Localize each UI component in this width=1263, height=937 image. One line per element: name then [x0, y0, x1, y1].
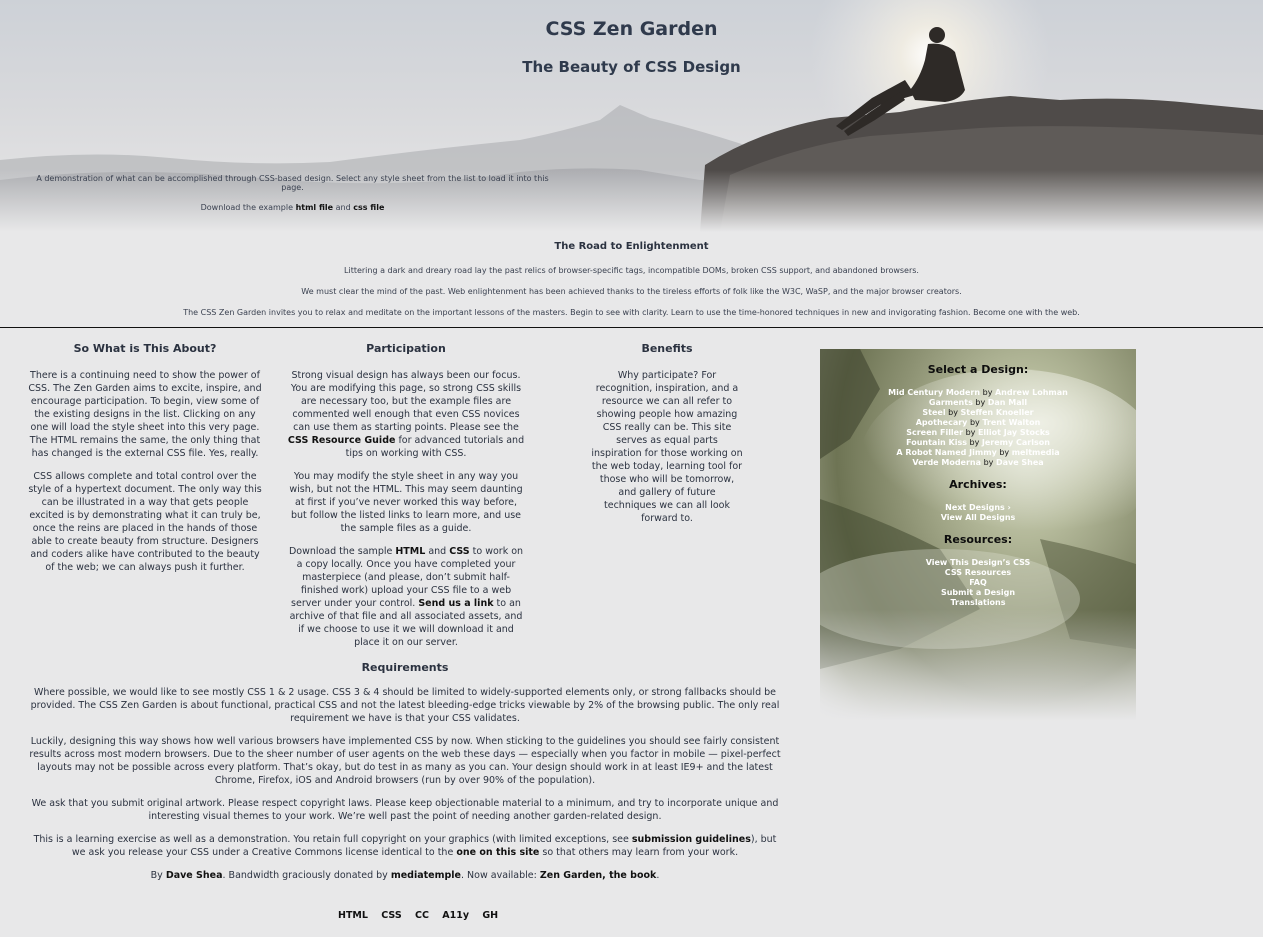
author-link[interactable]: Dave Shea: [166, 870, 223, 881]
requirements-paragraph: Where possible, we would like to see mos…: [30, 687, 780, 724]
designer-link[interactable]: Jeremy Carlson: [982, 438, 1050, 447]
designer-link[interactable]: meltmedia: [1012, 448, 1060, 457]
design-item: Apothecary by Trent Walton: [915, 418, 1041, 427]
design-link[interactable]: Verde Moderna: [912, 458, 981, 467]
divider: [0, 327, 1263, 328]
preamble-paragraph: The CSS Zen Garden invites you to relax …: [183, 308, 1080, 317]
view-css-link[interactable]: View This Design’s CSS: [926, 558, 1031, 567]
design-link[interactable]: Apothecary: [916, 418, 968, 427]
css-resources-link[interactable]: CSS Resources: [945, 568, 1011, 577]
participation-paragraph: Strong visual design has always been our…: [287, 370, 525, 459]
design-item: A Robot Named Jimmy by meltmedia: [896, 448, 1060, 457]
participation-title: Participation: [366, 342, 446, 355]
design-item: Mid Century Modern by Andrew Lohman: [888, 388, 1068, 397]
designer-link[interactable]: Dan Mall: [988, 398, 1027, 407]
footer-a11y-link[interactable]: A11y: [442, 910, 469, 921]
footer-cc-link[interactable]: CC: [415, 910, 429, 921]
send-link-link[interactable]: Send us a link: [418, 598, 493, 609]
designer-link[interactable]: Dave Shea: [996, 458, 1044, 467]
requirements-paragraph: This is a learning exercise as well as a…: [33, 834, 777, 858]
footer: HTML CSS CC A11y GH: [338, 910, 508, 921]
requirements-paragraph: Luckily, designing this way shows how we…: [29, 736, 781, 786]
design-item: Verde Moderna by Dave Shea: [912, 458, 1044, 467]
view-all-designs-link[interactable]: View All Designs: [941, 513, 1016, 522]
design-list: Mid Century Modern by Andrew Lohman Garm…: [820, 388, 1136, 468]
designer-link[interactable]: Trent Walton: [982, 418, 1040, 427]
design-item: Garments by Dan Mall: [928, 398, 1028, 407]
faq-link[interactable]: FAQ: [969, 578, 987, 587]
archives-item: Next Designs ›: [820, 503, 1136, 513]
license-link[interactable]: one on this site: [456, 847, 539, 858]
sample-html-link[interactable]: HTML: [395, 546, 425, 557]
archives-list: Next Designs › View All Designs: [820, 503, 1136, 523]
preamble-title: The Road to Enlightenment: [554, 241, 709, 252]
design-link[interactable]: Garments: [929, 398, 973, 407]
resources-item: Submit a Design: [820, 588, 1136, 598]
footer-gh-link[interactable]: GH: [482, 910, 498, 921]
footer-css-link[interactable]: CSS: [381, 910, 401, 921]
design-item: Steel by Steffen Knoeller: [922, 408, 1034, 417]
html-file-link[interactable]: html file: [296, 203, 333, 212]
summary-text: A demonstration of what can be accomplis…: [36, 174, 549, 192]
explanation-paragraph: CSS allows complete and total control ov…: [28, 471, 262, 573]
participation-section: Participation Strong visual design has a…: [286, 342, 526, 659]
credits: By Dave Shea. Bandwidth graciously donat…: [150, 870, 660, 881]
design-item: Screen Filler by Elliot Jay Stocks: [906, 428, 1050, 437]
resources-list: View This Design’s CSS CSS Resources FAQ…: [820, 558, 1136, 608]
explanation-paragraph: There is a continuing need to show the p…: [28, 370, 262, 459]
translations-link[interactable]: Translations: [950, 598, 1005, 607]
archives-item: View All Designs: [820, 513, 1136, 523]
design-link[interactable]: Fountain Kiss: [906, 438, 967, 447]
preamble-paragraph: Littering a dark and dreary road lay the…: [344, 266, 919, 275]
requirements-section: Requirements Where possible, we would li…: [28, 661, 782, 892]
preamble-paragraph: We must clear the mind of the past. Web …: [301, 287, 962, 296]
participation-paragraph: You may modify the style sheet in any wa…: [289, 471, 523, 534]
next-designs-link[interactable]: Next Designs ›: [945, 503, 1011, 512]
sidebar-content: Select a Design: Mid Century Modern by A…: [820, 349, 1136, 608]
designer-link[interactable]: Andrew Lohman: [995, 388, 1068, 397]
designer-link[interactable]: Elliot Jay Stocks: [978, 428, 1050, 437]
footer-html-link[interactable]: HTML: [338, 910, 368, 921]
requirements-title: Requirements: [361, 661, 449, 674]
preamble-section: The Road to Enlightenment Littering a da…: [0, 241, 1263, 329]
benefits-paragraph: Why participate? For recognition, inspir…: [591, 370, 743, 524]
archives-title: Archives:: [949, 478, 1007, 491]
select-design-title: Select a Design:: [927, 363, 1029, 376]
resources-item: Translations: [820, 598, 1136, 608]
book-link[interactable]: Zen Garden, the book: [540, 870, 656, 881]
site-subtitle: The Beauty of CSS Design: [522, 58, 741, 76]
site-title: CSS Zen Garden: [545, 18, 718, 40]
explanation-title: So What is This About?: [73, 342, 217, 355]
resources-item: FAQ: [820, 578, 1136, 588]
resources-item: View This Design’s CSS: [820, 558, 1136, 568]
designer-link[interactable]: Steffen Knoeller: [961, 408, 1034, 417]
design-item: Fountain Kiss by Jeremy Carlson: [906, 438, 1050, 447]
header-banner: CSS Zen Garden The Beauty of CSS Design …: [0, 0, 1263, 232]
benefits-section: Benefits Why participate? For recognitio…: [591, 342, 743, 535]
submission-guidelines-link[interactable]: submission guidelines: [632, 834, 751, 845]
benefits-title: Benefits: [641, 342, 693, 355]
requirements-paragraph: We ask that you submit original artwork.…: [31, 798, 779, 822]
design-link[interactable]: Mid Century Modern: [888, 388, 980, 397]
css-resource-guide-link[interactable]: CSS Resource Guide: [288, 435, 396, 446]
sample-css-link[interactable]: CSS: [449, 546, 469, 557]
css-file-link[interactable]: css file: [353, 203, 384, 212]
resources-title: Resources:: [943, 533, 1013, 546]
participation-paragraph: Download the sample HTML and CSS to work…: [288, 546, 524, 648]
download-line: Download the example html file and css f…: [200, 203, 385, 212]
resources-item: CSS Resources: [820, 568, 1136, 578]
summary: A demonstration of what can be accomplis…: [30, 174, 555, 223]
design-link[interactable]: Steel: [922, 408, 945, 417]
submit-design-link[interactable]: Submit a Design: [941, 588, 1015, 597]
sidebar: Select a Design: Mid Century Modern by A…: [820, 349, 1136, 721]
host-link[interactable]: mediatemple: [391, 870, 461, 881]
design-link[interactable]: Screen Filler: [906, 428, 963, 437]
design-link[interactable]: A Robot Named Jimmy: [896, 448, 996, 457]
explanation-section: So What is This About? There is a contin…: [26, 342, 264, 584]
